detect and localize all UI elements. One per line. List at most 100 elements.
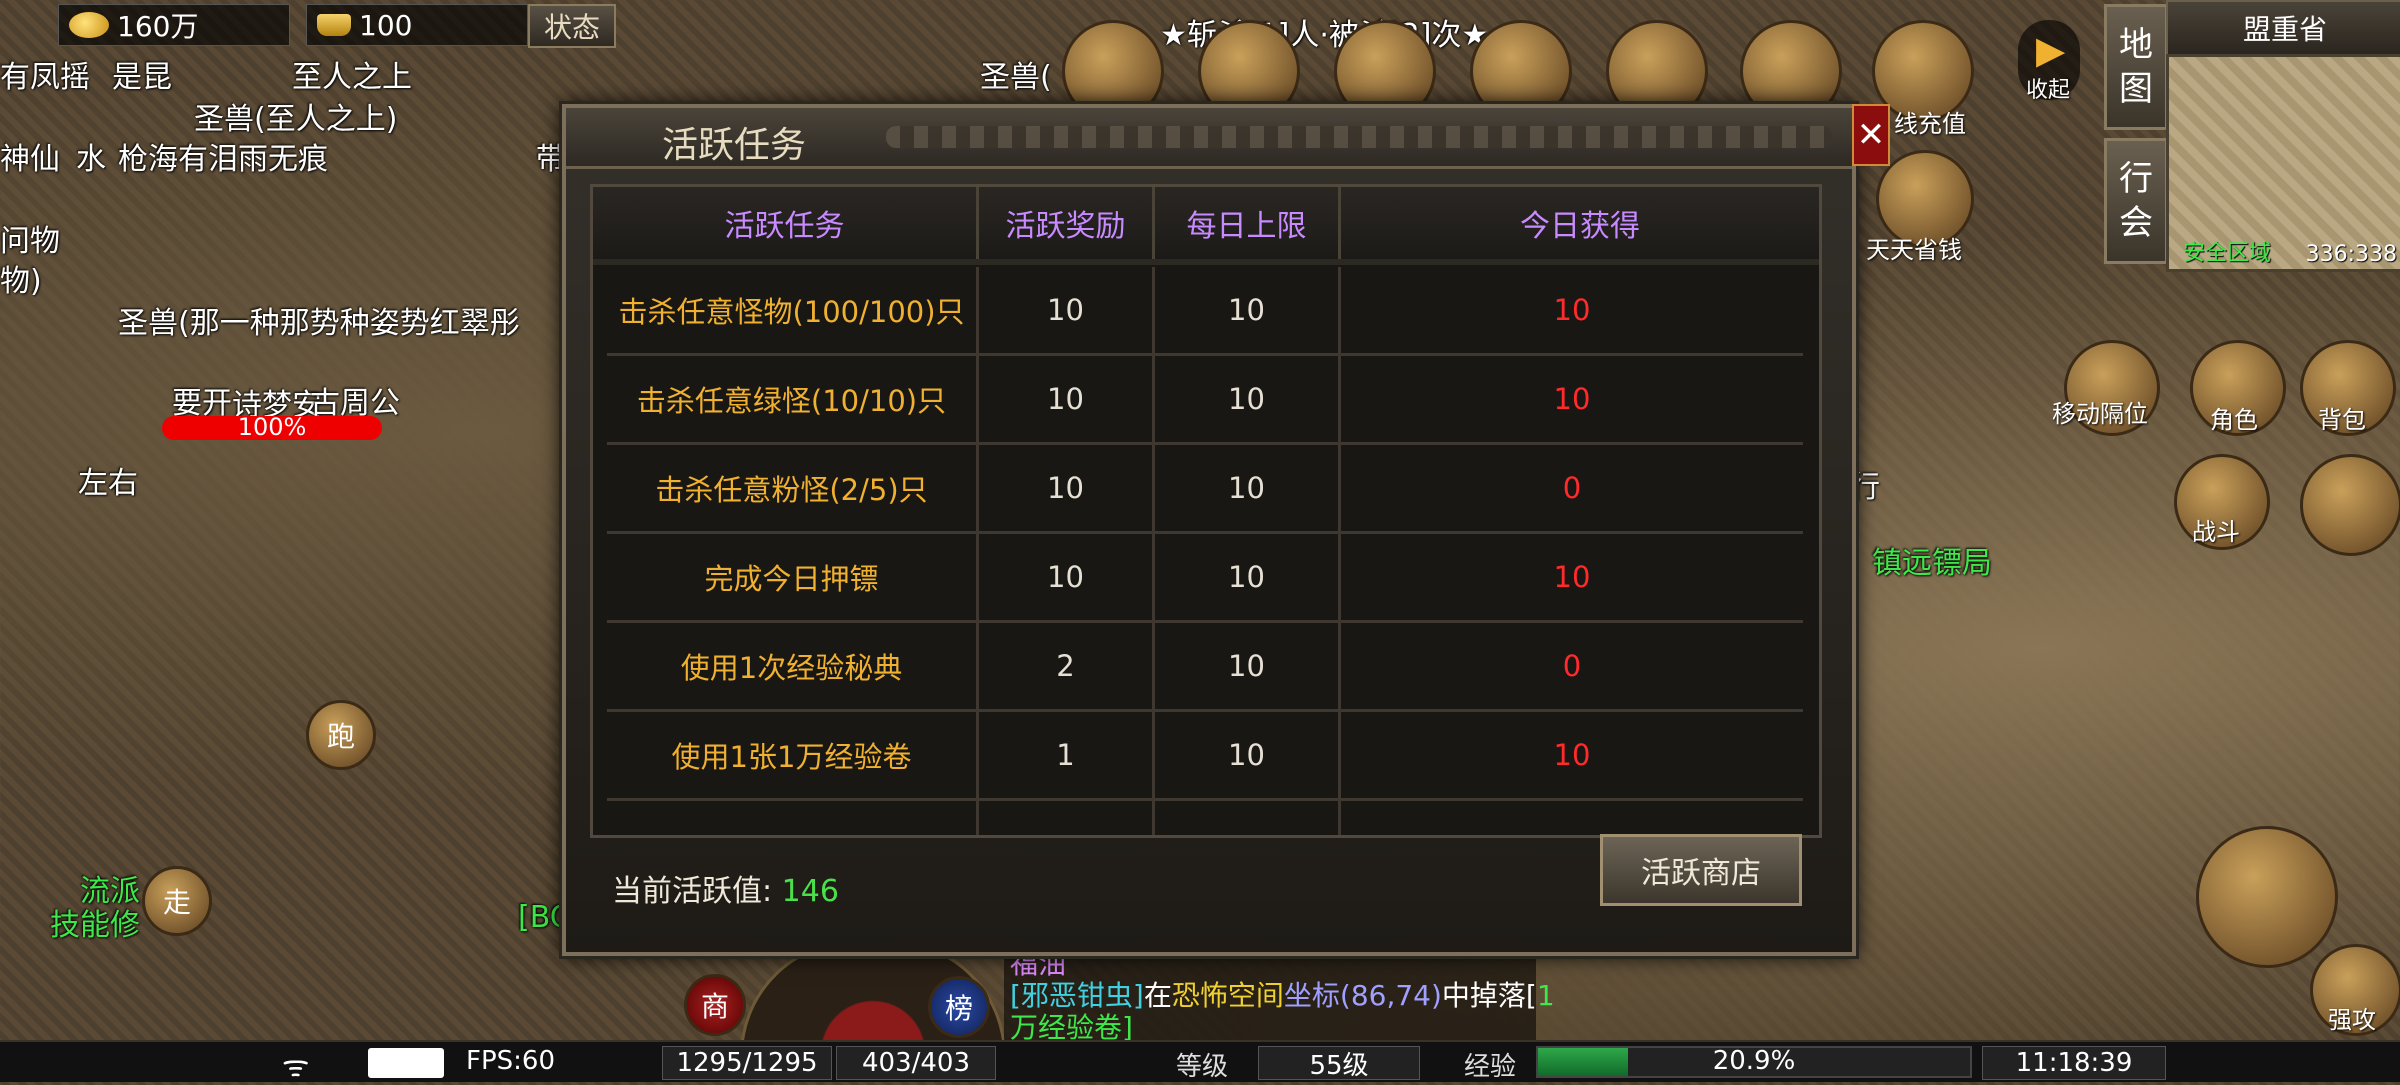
table-row: 击杀任意绿怪(10/10)只 10 10 10 bbox=[607, 356, 1803, 445]
state-button[interactable]: 状态 bbox=[528, 4, 616, 48]
chat-coords: 坐标(86,74) bbox=[1283, 979, 1442, 1012]
chat-item: [邪恶钳虫] bbox=[1010, 979, 1144, 1012]
task-reward bbox=[979, 801, 1155, 835]
task-reward: 10 bbox=[979, 445, 1155, 531]
player-hp-bar: 100% bbox=[162, 413, 382, 441]
player-hp-text: 100% bbox=[237, 413, 307, 441]
walk-button[interactable]: 走 bbox=[142, 866, 212, 936]
exp-percent: 20.9% bbox=[1712, 1046, 1796, 1076]
move-label: 移动隔位 bbox=[2052, 400, 2148, 428]
task-name: 击杀任意绿怪(10/10)只 bbox=[607, 356, 979, 442]
task-today: 0 bbox=[1562, 471, 1582, 505]
shop-button[interactable]: 商 bbox=[684, 974, 746, 1036]
gold-display: 160万 bbox=[58, 4, 290, 46]
tab-map[interactable]: 地 图 bbox=[2104, 4, 2168, 130]
task-name: 使用1次经验秘典 bbox=[607, 623, 979, 709]
run-button[interactable]: 跑 bbox=[306, 700, 376, 770]
monster-name: 圣兽( bbox=[980, 60, 1052, 95]
task-today: 10 bbox=[1553, 560, 1591, 594]
hp-display: 1295/1295 bbox=[662, 1046, 832, 1080]
task-name bbox=[607, 801, 979, 835]
dialog-header: 活跃任务 bbox=[566, 108, 1852, 169]
exp-label: 经验 bbox=[1464, 1052, 1517, 1082]
task-reward: 10 bbox=[979, 534, 1155, 620]
task-limit: 10 bbox=[1155, 712, 1341, 798]
task-limit: 10 bbox=[1155, 534, 1341, 620]
task-today: 10 bbox=[1553, 293, 1591, 327]
task-name: 使用1张1万经验卷 bbox=[607, 712, 979, 798]
dialog-title: 活跃任务 bbox=[662, 125, 807, 166]
task-reward: 2 bbox=[979, 623, 1155, 709]
task-name: 击杀任意怪物(100/100)只 bbox=[607, 267, 979, 353]
clock: 11:18:39 bbox=[1982, 1046, 2166, 1080]
monster-name: 圣兽(那一种那势种姿势红翠彤 bbox=[118, 306, 520, 341]
power-attack-label: 强攻 bbox=[2328, 1006, 2376, 1034]
tab-map-char: 图 bbox=[2119, 69, 2153, 109]
world-label: 水 bbox=[76, 142, 106, 177]
task-limit: 10 bbox=[1155, 267, 1341, 353]
task-limit: 10 bbox=[1155, 623, 1341, 709]
task-limit: 10 bbox=[1155, 356, 1341, 442]
crosshair-icon[interactable] bbox=[2300, 454, 2400, 556]
minimap[interactable]: 安全区域 336:338 bbox=[2166, 54, 2400, 272]
fps-display: FPS:60 bbox=[466, 1046, 555, 1076]
active-value: 146 bbox=[781, 874, 839, 909]
table-row: 击杀任意粉怪(2/5)只 10 10 0 bbox=[607, 445, 1803, 534]
collapse-button[interactable]: ▶ 收起 bbox=[2018, 20, 2080, 103]
task-today: 0 bbox=[1562, 649, 1582, 683]
tab-guild[interactable]: 行 会 bbox=[2104, 138, 2168, 264]
recharge-label: 线充值 bbox=[1894, 110, 1966, 138]
active-value-label: 当前活跃值: bbox=[612, 874, 773, 909]
player-name: 枪海有泪雨无痕 bbox=[118, 142, 328, 177]
task-name: 完成今日押镖 bbox=[607, 534, 979, 620]
gold-icon bbox=[69, 12, 109, 38]
daily-label: 天天省钱 bbox=[1866, 236, 1962, 264]
world-label: 问物 bbox=[0, 224, 60, 259]
chevron-right-icon: ▶ bbox=[2036, 28, 2066, 72]
sword-attack-button[interactable] bbox=[2196, 826, 2338, 968]
chat-map: 恐怖空间 bbox=[1171, 979, 1284, 1012]
header-ornament bbox=[886, 126, 1832, 148]
level-label: 等级 bbox=[1176, 1052, 1229, 1082]
task-today: 10 bbox=[1553, 738, 1591, 772]
battle-label: 战斗 bbox=[2192, 518, 2240, 546]
collapse-label: 收起 bbox=[2026, 78, 2071, 103]
npc-name: 镇远镖局 bbox=[1872, 546, 1992, 581]
header-task: 活跃任务 bbox=[593, 187, 979, 259]
close-button[interactable]: ✕ bbox=[1852, 104, 1890, 166]
chat-text: 中掉落[ bbox=[1441, 979, 1537, 1012]
safe-zone-label: 安全区域 bbox=[2183, 241, 2272, 266]
ingot-display: 100 bbox=[306, 4, 528, 46]
task-reward: 1 bbox=[979, 712, 1155, 798]
header-divider bbox=[593, 259, 1819, 265]
rank-button[interactable]: 榜 bbox=[928, 976, 990, 1038]
exp-bar: 20.9% bbox=[1536, 1046, 1972, 1078]
task-limit bbox=[1155, 801, 1341, 835]
bag-label: 背包 bbox=[2318, 406, 2366, 434]
world-label: 技能修 bbox=[50, 908, 140, 943]
world-label: 有凤摇 bbox=[0, 60, 90, 95]
tab-map-char: 地 bbox=[2119, 25, 2153, 65]
task-name: 击杀任意粉怪(2/5)只 bbox=[607, 445, 979, 531]
task-reward: 10 bbox=[979, 267, 1155, 353]
tab-guild-char: 行 bbox=[2119, 159, 2153, 199]
mp-display: 403/403 bbox=[836, 1046, 996, 1080]
table-row: 使用1张1万经验卷 1 10 10 bbox=[607, 712, 1803, 801]
header-reward: 活跃奖励 bbox=[979, 187, 1155, 259]
active-shop-button[interactable]: 活跃商店 bbox=[1600, 834, 1802, 906]
battery-icon bbox=[368, 1048, 444, 1078]
task-today: 10 bbox=[1553, 382, 1591, 416]
table-row-partial bbox=[607, 801, 1803, 835]
task-limit: 10 bbox=[1155, 445, 1341, 531]
ingot-icon bbox=[317, 14, 351, 36]
map-coords: 336:338 bbox=[2305, 242, 2397, 267]
table-row: 击杀任意怪物(100/100)只 10 10 10 bbox=[607, 267, 1803, 356]
ingot-amount: 100 bbox=[359, 8, 413, 42]
status-bar: ᯤ FPS:60 1295/1295 403/403 等级 55级 经验 11:… bbox=[0, 1040, 2400, 1084]
table-row: 使用1次经验秘典 2 10 0 bbox=[607, 623, 1803, 712]
chat-box[interactable]: 福油 [邪恶钳虫]在恐怖空间坐标(86,74)中掉落[1 万经验卷] bbox=[1004, 946, 1555, 1044]
active-value-display: 当前活跃值: 146 bbox=[612, 866, 839, 910]
region-name: 盟重省 bbox=[2166, 0, 2400, 56]
tab-guild-char: 会 bbox=[2119, 203, 2153, 243]
world-label: 左右 bbox=[78, 466, 138, 501]
